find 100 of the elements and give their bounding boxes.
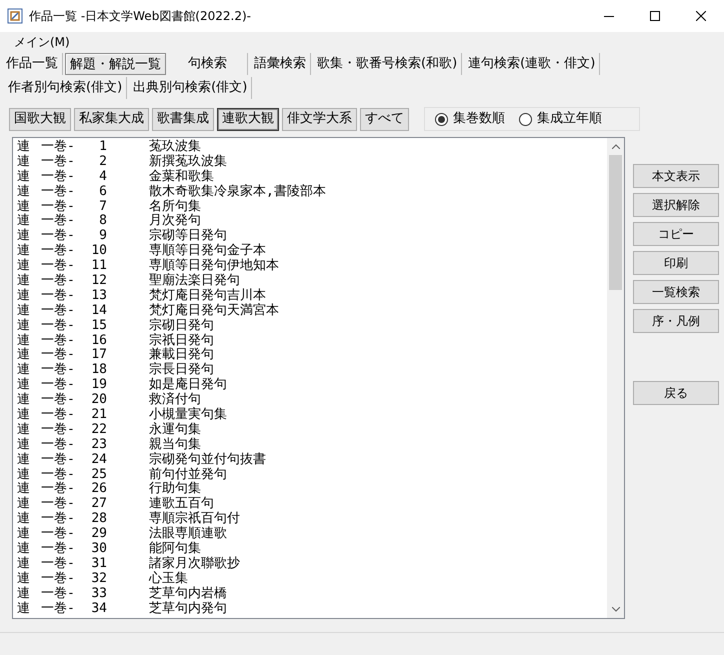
- number-cell-text: 12: [90, 274, 107, 289]
- title-cell-text: 聖廟法楽日発句: [149, 274, 240, 288]
- tab[interactable]: 句検索: [168, 53, 248, 75]
- collection-button[interactable]: 歌書集成: [152, 108, 214, 130]
- title-cell-text: 専順宗祇百句付: [149, 512, 240, 526]
- volume-cell-text: 一巻-: [41, 318, 76, 334]
- series-cell-text: 連: [17, 184, 31, 199]
- title-cell-text: 前句付並発句: [149, 468, 227, 482]
- volume-cell-text: 一巻-: [41, 497, 76, 512]
- radio-label[interactable]: 集巻数順: [453, 109, 505, 129]
- maximize-icon: [650, 11, 660, 21]
- volume-cell-text: 一巻-: [41, 214, 76, 228]
- scroll-up-icon[interactable]: [612, 144, 620, 149]
- tab[interactable]: 連句検索(連歌・俳文): [464, 53, 600, 75]
- number-cell-text: 19: [90, 378, 107, 393]
- radio-label[interactable]: 集成立年順: [537, 109, 602, 129]
- title-cell-text: 宗砌発句並付句抜書: [149, 452, 266, 468]
- volume-cell-text: 一巻-: [41, 468, 76, 482]
- number-cell-text: 30: [90, 542, 107, 557]
- tab[interactable]: 解題・解説一覧: [65, 53, 166, 75]
- series-cell-text: 連: [17, 229, 31, 244]
- title-cell-text: 梵灯庵日発句吉川本: [149, 288, 266, 303]
- number-cell-text: 32: [90, 572, 107, 587]
- side-button[interactable]: 選択解除: [633, 193, 719, 217]
- series-cell-text: 連: [17, 154, 31, 169]
- side-button[interactable]: 一覧検索: [633, 280, 719, 304]
- window-title: 作品一覧 -日本文学Web図書館(2022.2)-: [29, 8, 252, 25]
- tab[interactable]: 語彙検索: [250, 53, 311, 75]
- number-cell-text: 34: [90, 602, 107, 616]
- number-cell-text: 7: [98, 200, 107, 214]
- title-cell-text: 金葉和歌集: [149, 170, 214, 184]
- volume-cell-text: 一巻-: [41, 259, 76, 274]
- title-cell-text: 小槻量実句集: [149, 408, 227, 422]
- scroll-thumb[interactable]: [609, 155, 622, 290]
- side-button[interactable]: 序・凡例: [633, 309, 719, 333]
- title-cell-text: 宗祇日発句: [149, 334, 214, 348]
- number-cell-text: 15: [90, 318, 107, 334]
- title-cell-text: 法眼専順連歌: [149, 527, 227, 542]
- volume-cell-text: 一巻-: [41, 408, 76, 422]
- number-cell-text: 14: [90, 304, 107, 319]
- number-cell-text: 6: [98, 184, 107, 200]
- volume-cell-text: 一巻-: [41, 229, 76, 244]
- collection-button[interactable]: 俳文学大系: [282, 108, 357, 130]
- series-cell-text: 連: [17, 468, 31, 482]
- scroll-down-icon[interactable]: [612, 607, 620, 612]
- number-cell-text: 27: [90, 497, 107, 512]
- volume-cell-text: 一巻-: [41, 482, 76, 496]
- number-cell-text: 25: [90, 468, 107, 482]
- volume-cell-text: 一巻-: [41, 378, 76, 392]
- menu-item[interactable]: メイン(M): [14, 33, 70, 51]
- title-cell-text: 宗長日発句: [149, 363, 214, 378]
- series-cell-text: 連: [17, 274, 31, 288]
- title-cell-text: 如是庵日発句: [149, 378, 227, 392]
- number-cell-text: 11: [90, 259, 107, 274]
- series-cell-text: 連: [17, 334, 31, 348]
- volume-cell-text: 一巻-: [41, 527, 76, 542]
- radio-button[interactable]: [519, 112, 532, 126]
- tab[interactable]: 出典別句検索(俳文): [129, 77, 252, 99]
- collection-button[interactable]: 私家集大成: [74, 108, 149, 130]
- tab[interactable]: 歌集・歌番号検索(和歌): [313, 53, 462, 75]
- series-cell-text: 連: [17, 602, 31, 616]
- title-cell-text: 心玉集: [149, 572, 188, 586]
- series-cell-text: 連: [17, 542, 31, 556]
- collection-button[interactable]: 国歌大観: [9, 108, 71, 130]
- title-cell-text: 散木奇歌集冷泉家本,書陵部本: [149, 184, 326, 200]
- tab[interactable]: 作者別句検索(俳文): [4, 77, 128, 99]
- series-cell-text: 連: [17, 288, 31, 303]
- series-cell-text: 連: [17, 318, 31, 333]
- title-cell-text: 救済付句: [149, 393, 201, 408]
- volume-cell-text: 一巻-: [41, 154, 76, 170]
- radio-button[interactable]: [435, 112, 448, 126]
- side-button[interactable]: コピー: [633, 222, 719, 246]
- series-cell-text: 連: [17, 482, 31, 496]
- number-cell-text: 31: [90, 556, 107, 572]
- volume-cell-text: 一巻-: [41, 452, 76, 468]
- number-cell-text: 16: [90, 334, 107, 348]
- number-cell-text: 1: [98, 140, 107, 155]
- title-cell-text: 菟玖波集: [149, 140, 201, 154]
- scrollbar[interactable]: [607, 138, 624, 618]
- side-button[interactable]: 本文表示: [633, 164, 719, 188]
- title-cell-text: 新撰菟玖波集: [149, 154, 227, 169]
- number-cell-text: 18: [90, 363, 107, 378]
- series-cell-text: 連: [17, 259, 31, 274]
- title-cell-text: 宗砌日発句: [149, 318, 214, 333]
- volume-cell-text: 一巻-: [41, 304, 76, 318]
- collection-button[interactable]: 連歌大観: [217, 108, 279, 130]
- series-cell-text: 連: [17, 408, 31, 422]
- number-cell-text: 22: [90, 422, 107, 438]
- series-cell-text: 連: [17, 452, 31, 467]
- number-cell-text: 10: [90, 244, 107, 260]
- collection-button[interactable]: すべて: [360, 108, 409, 130]
- volume-cell-text: 一巻-: [41, 244, 76, 258]
- side-button[interactable]: 戻る: [633, 381, 719, 405]
- title-cell: 芝草句内発句: [149, 602, 227, 616]
- title-cell-text: 宗砌等日発句: [149, 229, 227, 244]
- side-button[interactable]: 印刷: [633, 251, 719, 275]
- tab[interactable]: 作品一覧: [4, 53, 63, 75]
- number-cell-text: 17: [90, 348, 107, 363]
- series-cell-text: 連: [17, 438, 31, 452]
- series-cell-text: 連: [17, 214, 31, 228]
